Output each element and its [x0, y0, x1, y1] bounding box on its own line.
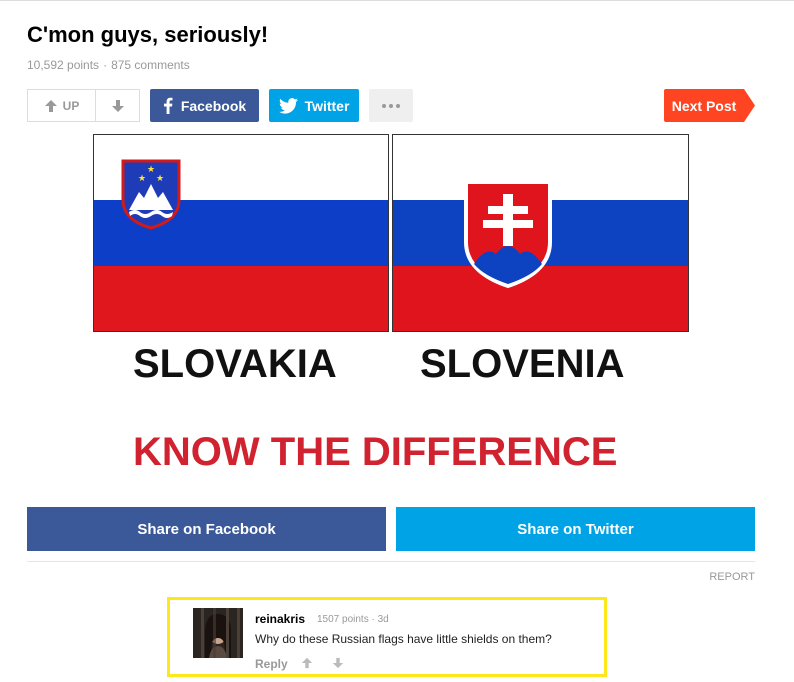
svg-text:★: ★ [156, 174, 164, 184]
facebook-share-button[interactable]: Facebook [150, 89, 259, 122]
highlighted-comment: reinakris 1507 points · 3d Why do these … [167, 597, 607, 677]
know-the-difference-caption: KNOW THE DIFFERENCE [133, 430, 618, 474]
facebook-label: Facebook [180, 97, 247, 114]
arrow-down-icon [111, 99, 124, 112]
svg-text:★: ★ [138, 174, 146, 184]
comment-reply-button[interactable]: Reply [255, 657, 288, 671]
svg-text:★: ★ [147, 165, 155, 175]
twitter-label: Twitter [304, 97, 350, 114]
arrow-up-icon [44, 99, 57, 112]
facebook-icon [163, 97, 173, 114]
comment-points: 1507 points [317, 614, 369, 625]
share-on-facebook-button[interactable]: Share on Facebook [27, 507, 386, 551]
points-count[interactable]: 10,592 points [27, 58, 99, 72]
section-divider [27, 561, 755, 562]
slovenia-coat-of-arms-icon: ★ ★ ★ [121, 159, 181, 230]
more-options-button[interactable] [369, 89, 413, 122]
upvote-button[interactable]: UP [28, 90, 96, 121]
ellipsis-icon [382, 103, 400, 108]
vote-group: UP [27, 89, 140, 122]
upvote-label: UP [62, 98, 80, 113]
slovakia-flag [392, 134, 689, 332]
comment-upvote-icon[interactable] [301, 657, 313, 669]
post-meta: 10,592 points · 875 comments [27, 58, 190, 72]
slovenia-flag: ★ ★ ★ [93, 134, 389, 332]
share-on-twitter-button[interactable]: Share on Twitter [396, 507, 755, 551]
report-link[interactable]: REPORT [709, 571, 755, 583]
avatar[interactable] [193, 608, 243, 658]
slovakia-label: SLOVAKIA [133, 342, 337, 386]
twitter-share-button[interactable]: Twitter [269, 89, 359, 122]
next-post-button[interactable]: Next Post [664, 89, 755, 122]
comment-downvote-icon[interactable] [332, 657, 344, 669]
downvote-button[interactable] [96, 90, 139, 121]
post-title: C'mon guys, seriously! [27, 22, 269, 47]
comment-meta-separator: · [371, 614, 375, 625]
top-divider [0, 0, 794, 1]
slovenia-label: SLOVENIA [420, 342, 625, 386]
comment-age: 3d [377, 614, 389, 625]
twitter-icon [278, 97, 298, 114]
post-image[interactable]: ★ ★ ★ SLOVAKIA SLOVENIA KNOW THE DIFFERE… [93, 134, 689, 494]
comment-username[interactable]: reinakris [255, 612, 305, 626]
meta-separator: · [103, 58, 108, 72]
comment-text: Why do these Russian flags have little s… [255, 632, 552, 646]
next-post-label: Next Post [671, 97, 737, 114]
comment-meta: 1507 points · 3d [317, 614, 389, 625]
comments-count[interactable]: 875 comments [111, 58, 190, 72]
slovakia-coat-of-arms-icon [464, 180, 552, 289]
